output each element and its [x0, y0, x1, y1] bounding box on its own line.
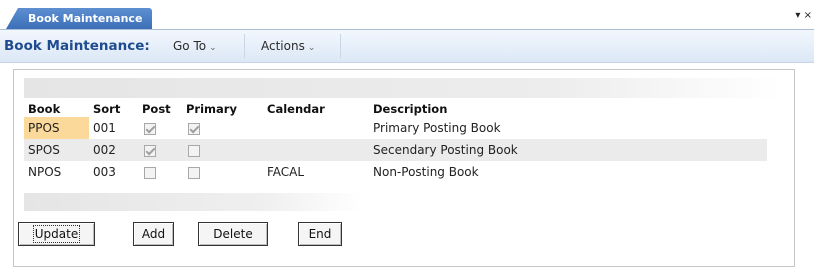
column-header-post[interactable]: Post — [138, 100, 182, 117]
column-header-primary[interactable]: Primary — [182, 100, 263, 117]
primary-cell — [182, 117, 263, 139]
post-cell — [138, 139, 182, 161]
sort-cell: 003 — [93, 165, 116, 179]
description-cell: Secendary Posting Book — [369, 139, 767, 161]
actions-menu[interactable]: Actions ⌄ — [261, 39, 315, 53]
end-button[interactable]: End — [298, 222, 342, 246]
primary-checkbox[interactable] — [188, 122, 200, 135]
description-cell: Non-Posting Book — [373, 165, 479, 179]
column-header-description[interactable]: Description — [369, 100, 767, 117]
page-title: Book Maintenance: — [4, 38, 150, 54]
add-button[interactable]: Add — [133, 222, 174, 246]
column-header-sort[interactable]: Sort — [89, 100, 138, 117]
section-bar-bottom — [24, 193, 364, 211]
tab-strip: Book Maintenance ▾ × — [0, 0, 814, 30]
add-button-label: Add — [141, 227, 166, 241]
actions-menu-label: Actions — [261, 39, 305, 53]
update-button[interactable]: Update — [18, 222, 95, 246]
end-button-label: End — [308, 227, 332, 241]
update-button-label: Update — [32, 225, 81, 243]
book-panel: Book Sort Post Primary Calendar Descript… — [13, 69, 795, 267]
delete-button-label: Delete — [213, 227, 253, 241]
goto-menu-label: Go To — [173, 39, 207, 53]
sort-cell: 001 — [93, 121, 116, 135]
description-cell: Primary Posting Book — [373, 121, 501, 135]
tab-book-maintenance[interactable]: Book Maintenance — [6, 8, 153, 29]
calendar-cell: FACAL — [267, 165, 305, 179]
book-cell[interactable]: PPOS — [24, 117, 89, 139]
menu-divider — [244, 34, 245, 58]
calendar-cell — [263, 117, 369, 139]
tab-menu-close-icons[interactable]: ▾ × — [795, 10, 812, 21]
chevron-down-icon: ⌄ — [307, 43, 316, 53]
post-checkbox[interactable] — [144, 122, 156, 135]
book-cell[interactable]: SPOS — [24, 139, 89, 161]
table-header-row: Book Sort Post Primary Calendar Descript… — [24, 100, 767, 117]
post-checkbox[interactable] — [144, 166, 156, 179]
calendar-cell — [263, 139, 369, 161]
post-cell — [138, 117, 182, 139]
primary-checkbox[interactable] — [188, 166, 200, 179]
primary-cell — [182, 161, 263, 183]
post-cell — [138, 161, 182, 183]
header-bar: Book Maintenance: Go To ⌄ Actions ⌄ — [0, 30, 814, 63]
table-row[interactable]: NPOS 003 FACAL Non-Posting Book — [24, 161, 767, 183]
delete-button[interactable]: Delete — [198, 222, 268, 246]
table-row[interactable]: PPOS 001 Primary Posting Book — [24, 117, 767, 139]
goto-menu[interactable]: Go To ⌄ — [173, 39, 217, 53]
primary-checkbox[interactable] — [188, 144, 200, 157]
menu-divider — [340, 34, 341, 58]
sort-cell: 002 — [89, 139, 138, 161]
post-checkbox[interactable] — [144, 144, 156, 157]
primary-cell — [182, 139, 263, 161]
chevron-down-icon: ⌄ — [209, 43, 217, 53]
book-cell[interactable]: NPOS — [24, 161, 89, 183]
section-bar-top — [24, 78, 782, 98]
book-table: Book Sort Post Primary Calendar Descript… — [24, 100, 767, 183]
column-header-calendar[interactable]: Calendar — [263, 100, 369, 117]
table-row[interactable]: SPOS 002 Secendary Posting Book — [24, 139, 767, 161]
column-header-book[interactable]: Book — [24, 100, 89, 117]
